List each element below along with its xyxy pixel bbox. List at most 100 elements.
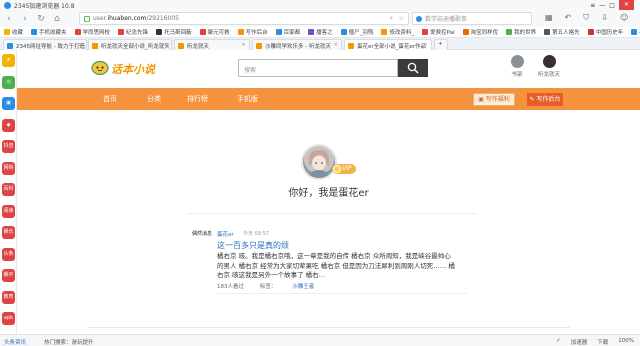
bookmark-item[interactable]: 我的世界	[506, 28, 536, 36]
status-item[interactable]: 加速器	[571, 338, 588, 346]
status-hot-search[interactable]: 热门搜索：游玩提升	[44, 338, 94, 346]
write-benefit-button[interactable]: ▣ 写作福利	[473, 93, 515, 106]
bookmark-item[interactable]: 中国历史年	[587, 28, 623, 36]
search-engine-icon	[416, 16, 422, 22]
sidebar-app-icon[interactable]: 百科	[2, 183, 15, 196]
tab-favicon-icon	[7, 43, 13, 49]
sidebar-app-icon[interactable]: 阅读	[2, 204, 15, 218]
sidebar-app-icon[interactable]: apk	[2, 312, 15, 325]
nav-mobile[interactable]: 手机版	[237, 94, 258, 104]
maximize-button[interactable]: □	[609, 2, 615, 9]
browser-tab[interactable]: 听龙就天 ×	[174, 39, 250, 50]
browser-search-input[interactable]: 数学启迪播歌单	[412, 12, 532, 25]
forward-icon[interactable]: ›	[20, 14, 30, 24]
browser-search-placeholder: 数学启迪播歌单	[425, 16, 468, 23]
undo-icon[interactable]: ↶	[565, 13, 572, 23]
browser-tab[interactable]: 2345网址导航 - 致力于打造 ×	[3, 39, 87, 50]
site-search-placeholder: 搜索	[244, 67, 257, 74]
close-button[interactable]: ✕	[618, 0, 634, 10]
divider	[187, 213, 477, 214]
bookmark-item[interactable]: 写作后台	[237, 28, 268, 36]
tab-close-icon[interactable]: ×	[423, 42, 428, 48]
post-time: 今天 09:57	[243, 231, 269, 237]
sidebar-app-icon[interactable]: 躺平	[2, 269, 15, 282]
bookmark-item[interactable]: 托马斯回蔽	[156, 28, 192, 36]
url-prefix: user.	[93, 15, 108, 22]
tab-close-icon[interactable]: ×	[163, 42, 168, 48]
post-author[interactable]: 蛋花er	[217, 230, 234, 238]
bookmark-item[interactable]: 僵尸_羽殇	[340, 28, 374, 36]
bookmark-item[interactable]: 聚元可救	[199, 28, 230, 36]
post-tags-label: 标签： 沙雕王者	[260, 284, 329, 290]
bookmark-item[interactable]: 收藏	[4, 28, 23, 36]
avatar-image	[307, 150, 331, 178]
back-icon[interactable]: ‹	[4, 14, 14, 24]
vip-label: VIP	[342, 165, 352, 172]
site-search-input[interactable]: 搜索	[238, 59, 398, 77]
site-search-button[interactable]	[398, 59, 428, 77]
home-icon[interactable]: ⌂	[52, 14, 62, 24]
bookmark-item[interactable]: 爱费控Pai	[422, 28, 455, 36]
bookmark-item[interactable]: 纪念先锋	[118, 28, 148, 36]
new-tab-button[interactable]: +	[434, 39, 448, 50]
sidebar-app-icon[interactable]: ◷	[2, 75, 15, 89]
browser-tab[interactable]: 听龙就天全部小说_听龙就天 ×	[88, 39, 172, 50]
status-item[interactable]: 100%	[618, 338, 634, 346]
bookmark-label: 僵尸_羽殇	[348, 30, 374, 36]
bookmark-item[interactable]: 淘宝同样优	[462, 28, 498, 36]
bookmark-item[interactable]: 百家都	[275, 28, 300, 36]
post-tag[interactable]: 沙雕王者	[292, 284, 314, 290]
download-icon[interactable]: ⇩	[601, 13, 608, 23]
site-name[interactable]: 话本小说	[111, 61, 155, 77]
user-icon[interactable]: ☺	[620, 13, 628, 23]
refresh-icon[interactable]: ↻	[36, 14, 46, 24]
nav-category[interactable]: 分类	[147, 94, 161, 104]
bookmark-item[interactable]: 修改资料_	[381, 28, 414, 36]
shield-icon[interactable]: ⛉	[583, 13, 589, 23]
bookmark-item[interactable]: 手机收藏夹	[31, 28, 67, 36]
bookmark-label: 我的世界	[514, 30, 537, 36]
bookmark-item[interactable]: 播客之	[308, 28, 333, 36]
sidebar-app-icon[interactable]: 教育	[2, 290, 15, 304]
tab-close-icon[interactable]: ×	[78, 42, 83, 48]
sidebar-app-icon[interactable]: 娱乐	[2, 226, 15, 239]
sidebar-app-icon[interactable]: ▣	[2, 97, 15, 110]
bookshelf-link[interactable]: 书架	[505, 55, 529, 78]
bookmark-label: 写作后台	[245, 30, 268, 36]
browser-tab[interactable]: 蛋花er全部小说_蛋花er作品 ×	[344, 39, 432, 50]
user-profile-link[interactable]: 听龙就天	[537, 55, 561, 78]
sidebar-app-icon[interactable]: 头条	[2, 247, 15, 261]
sidebar-app-icon[interactable]: ◆	[2, 118, 15, 132]
nav-ranking[interactable]: 排行榜	[187, 94, 208, 104]
window-title: 2345加速浏览器 10.8	[14, 2, 75, 10]
status-item[interactable]: 下载	[597, 338, 608, 346]
grid-icon[interactable]: ▦	[545, 13, 553, 23]
menu-icon[interactable]: ≡	[590, 2, 595, 9]
bookmark-label: 托马斯回蔽	[164, 30, 192, 36]
tab-close-icon[interactable]: ×	[333, 42, 338, 48]
bookmark-item[interactable]: 学而思网校	[74, 28, 110, 36]
post-body: 橘右京 咳。我是橘右京哦，这一章是我的自传 橘右京 众所周知，我是峡谷最帅心的男…	[217, 252, 455, 279]
minimize-button[interactable]: —	[599, 2, 605, 9]
bookmarks-bar: 收藏 手机收藏夹 学而思网校 纪念先锋 托马斯回蔽 聚元可救 写作后台 百家都 播客之 僵尸_羽殇…	[0, 27, 640, 38]
post-title[interactable]: 这一百多只是真的烦	[217, 240, 289, 251]
sidebar-app-icon[interactable]: ★	[2, 54, 15, 67]
bookmark-item[interactable]: 第五人格先	[544, 28, 580, 36]
lightning-icon[interactable]: ⚡	[389, 15, 393, 22]
write-desk-button[interactable]: ✎ 写作后台	[527, 93, 563, 106]
address-bar[interactable]: user. ihuaben.com/29216005 ⚡ ☆	[79, 12, 409, 25]
post-separator	[217, 293, 467, 294]
status-item[interactable]: ✓	[556, 338, 561, 346]
bookmark-icon	[74, 29, 81, 35]
bookmark-item[interactable]: 4分钟看电	[631, 28, 640, 36]
tab-close-icon[interactable]: ×	[241, 42, 246, 48]
nav-home[interactable]: 首页	[103, 94, 117, 104]
bookmark-label: 播客之	[316, 30, 333, 36]
star-icon[interactable]: ☆	[399, 15, 404, 22]
browser-tab[interactable]: 沙雕同学欢乐多 - 听龙就天 ×	[252, 39, 342, 50]
sidebar-app-icon[interactable]: 抖音	[2, 140, 15, 153]
profile-avatar[interactable]	[301, 144, 337, 180]
sidebar-app-icon[interactable]: 网购	[2, 161, 15, 175]
site-logo-icon[interactable]	[91, 59, 109, 75]
status-news[interactable]: 头条资讯	[4, 338, 26, 346]
